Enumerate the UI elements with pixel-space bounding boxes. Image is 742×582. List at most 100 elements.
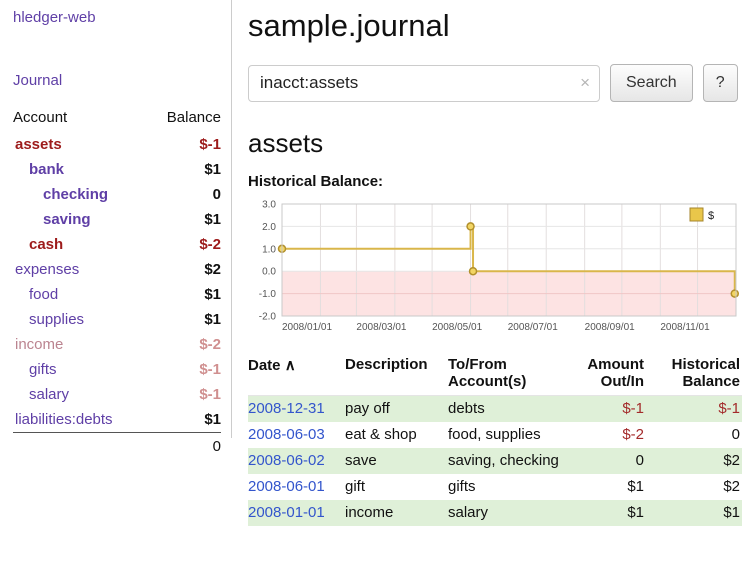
transaction-date-link[interactable]: 2008-12-31 xyxy=(248,400,325,417)
transaction-balance: $2 xyxy=(654,448,742,474)
svg-text:2008/01/01: 2008/01/01 xyxy=(282,322,332,333)
sidebar: hledger-web Journal Account Balance asse… xyxy=(0,0,232,438)
svg-text:-2.0: -2.0 xyxy=(259,312,277,323)
svg-text:2008/11/01: 2008/11/01 xyxy=(660,322,710,333)
account-link-saving[interactable]: saving xyxy=(43,211,91,228)
account-balance: $-2 xyxy=(148,232,221,257)
account-balance: $-1 xyxy=(148,357,221,382)
sidebar-account-cash: cash $-2 xyxy=(13,232,221,257)
accounts-header-balance: Balance xyxy=(148,105,221,132)
accounts-header-account: Account xyxy=(13,105,148,132)
chart-canvas: 3.02.01.00.0-1.0-2.02008/01/012008/03/01… xyxy=(248,198,742,338)
account-link-liabilities-debts[interactable]: liabilities:debts xyxy=(15,411,113,428)
sidebar-account-assets: assets $-1 xyxy=(13,132,221,157)
accounts-total-balance: 0 xyxy=(148,433,221,460)
sort-asc-icon: ∧ xyxy=(285,357,296,374)
register-header-date[interactable]: Date ∧ xyxy=(248,354,345,396)
transaction-amount: 0 xyxy=(570,448,654,474)
register-header-balance: Historical Balance xyxy=(654,354,742,396)
register-header-description: Description xyxy=(345,354,448,396)
register-header-row: Date ∧ Description To/From Account(s) Am… xyxy=(248,354,742,396)
sidebar-account-liabilities-debts: liabilities:debts $1 xyxy=(13,407,221,433)
sidebar-account-saving: saving $1 xyxy=(13,207,221,232)
accounts-header-row: Account Balance xyxy=(13,105,221,132)
app-brand: hledger-web xyxy=(13,9,221,26)
account-link-salary[interactable]: salary xyxy=(29,386,69,403)
transaction-description: pay off xyxy=(345,396,448,423)
account-balance: $1 xyxy=(148,157,221,182)
account-balance: 0 xyxy=(148,182,221,207)
transaction-amount: $1 xyxy=(570,474,654,500)
transaction-accounts: salary xyxy=(448,500,570,526)
account-link-cash[interactable]: cash xyxy=(29,236,63,253)
transaction-description: save xyxy=(345,448,448,474)
transaction-date-link[interactable]: 2008-06-01 xyxy=(248,478,325,495)
accounts-total-row: 0 xyxy=(13,433,221,460)
account-balance: $1 xyxy=(148,307,221,332)
account-balance: $1 xyxy=(148,407,221,433)
search-box: × xyxy=(248,65,600,102)
svg-text:3.0: 3.0 xyxy=(262,200,276,211)
account-balance: $2 xyxy=(148,257,221,282)
account-balance: $-2 xyxy=(148,332,221,357)
app-brand-link[interactable]: hledger-web xyxy=(13,9,96,26)
register-header-accounts: To/From Account(s) xyxy=(448,354,570,396)
account-link-bank[interactable]: bank xyxy=(29,161,64,178)
account-heading: assets xyxy=(248,128,742,159)
sidebar-account-expenses: expenses $2 xyxy=(13,257,221,282)
account-link-supplies[interactable]: supplies xyxy=(29,311,84,328)
account-balance: $1 xyxy=(148,207,221,232)
register-row: 2008-06-02 save saving, checking 0 $2 xyxy=(248,448,742,474)
transaction-date-link[interactable]: 2008-06-03 xyxy=(248,426,325,443)
transaction-amount: $1 xyxy=(570,500,654,526)
account-link-income[interactable]: income xyxy=(15,336,63,353)
nav-journal-link[interactable]: Journal xyxy=(13,72,62,89)
sidebar-account-income: income $-2 xyxy=(13,332,221,357)
account-link-expenses[interactable]: expenses xyxy=(15,261,79,278)
search-input[interactable] xyxy=(248,65,600,102)
sidebar-account-checking: checking 0 xyxy=(13,182,221,207)
sidebar-account-gifts: gifts $-1 xyxy=(13,357,221,382)
sidebar-account-salary: salary $-1 xyxy=(13,382,221,407)
search-button[interactable]: Search xyxy=(610,64,693,102)
transaction-description: income xyxy=(345,500,448,526)
svg-text:2008/05/01: 2008/05/01 xyxy=(432,322,482,333)
main-content: sample.journal × Search ? assets Histori… xyxy=(248,0,742,526)
account-link-gifts[interactable]: gifts xyxy=(29,361,57,378)
register-row: 2008-06-01 gift gifts $1 $2 xyxy=(248,474,742,500)
account-link-checking[interactable]: checking xyxy=(43,186,108,203)
transaction-balance: $-1 xyxy=(654,396,742,423)
svg-text:2008/03/01: 2008/03/01 xyxy=(356,322,406,333)
page-title: sample.journal xyxy=(248,8,742,44)
account-balance: $-1 xyxy=(148,382,221,407)
register-row: 2008-01-01 income salary $1 $1 xyxy=(248,500,742,526)
svg-text:2008/09/01: 2008/09/01 xyxy=(585,322,635,333)
register-header-amount: Amount Out/In xyxy=(570,354,654,396)
svg-text:2.0: 2.0 xyxy=(262,222,276,233)
account-balance: $1 xyxy=(148,282,221,307)
transaction-balance: $2 xyxy=(654,474,742,500)
historical-balance-chart: 3.02.01.00.0-1.0-2.02008/01/012008/03/01… xyxy=(248,198,742,338)
search-help-button[interactable]: ? xyxy=(703,64,738,102)
account-balance: $-1 xyxy=(148,132,221,157)
transaction-accounts: food, supplies xyxy=(448,422,570,448)
chart-heading: Historical Balance: xyxy=(248,173,742,190)
svg-text:0.0: 0.0 xyxy=(262,267,276,278)
register-table: Date ∧ Description To/From Account(s) Am… xyxy=(248,354,742,526)
clear-search-icon[interactable]: × xyxy=(580,73,590,93)
transaction-balance: 0 xyxy=(654,422,742,448)
sidebar-account-bank: bank $1 xyxy=(13,157,221,182)
transaction-accounts: saving, checking xyxy=(448,448,570,474)
transaction-date-link[interactable]: 2008-06-02 xyxy=(248,452,325,469)
transaction-accounts: gifts xyxy=(448,474,570,500)
transaction-accounts: debts xyxy=(448,396,570,423)
accounts-table: Account Balance assets $-1 bank $1 check… xyxy=(13,105,221,459)
transaction-balance: $1 xyxy=(654,500,742,526)
register-row: 2008-12-31 pay off debts $-1 $-1 xyxy=(248,396,742,423)
transaction-date-link[interactable]: 2008-01-01 xyxy=(248,504,325,521)
account-link-food[interactable]: food xyxy=(29,286,58,303)
transaction-amount: $-2 xyxy=(570,422,654,448)
register-row: 2008-06-03 eat & shop food, supplies $-2… xyxy=(248,422,742,448)
svg-text:-1.0: -1.0 xyxy=(259,289,277,300)
account-link-assets[interactable]: assets xyxy=(15,136,62,153)
